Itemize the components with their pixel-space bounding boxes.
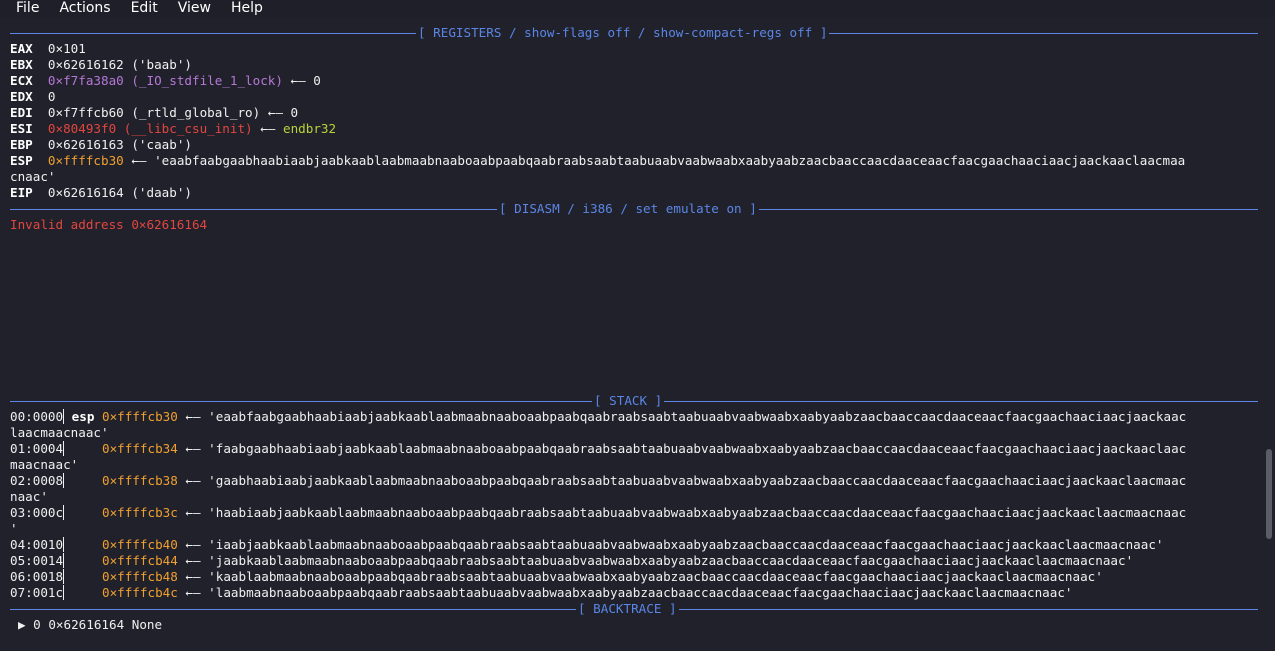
menu-view[interactable]: View	[178, 0, 211, 17]
stack-row: 06:0018 0×ffffcb48 ←— 'kaablaabmaabnaabo…	[10, 569, 1103, 585]
reg-value: 0×f7fa38a0 (_IO_stdfile_1_lock)	[47, 73, 283, 88]
stack-text: ←— 'kaablaabmaabnaaboaabpaabqaabraabsaab…	[177, 569, 1103, 584]
reg-esi: ESI 0×80493f0 (__libc_csu_init) ←— endbr…	[10, 121, 336, 137]
menu-edit[interactable]: Edit	[131, 0, 158, 17]
stack-row: 00:0000 esp 0×ffffcb30 ←— 'eaabfaabgaabh…	[10, 409, 1186, 425]
stack-row: 02:0008 0×ffffcb38 ←— 'gaabhaabiaabjaabk…	[10, 473, 1186, 489]
reg-name: EAX	[10, 41, 33, 56]
stack-row-wrap: '	[10, 521, 18, 536]
disasm-header: [ DISASM / i386 / set emulate on ]	[10, 201, 1258, 217]
registers-header: [ REGISTERS / show-flags off / show-comp…	[10, 25, 1258, 41]
reg-value: 0×62616163 ('caab')	[47, 137, 192, 152]
stack-row-wrap: maacnaac'	[10, 457, 79, 472]
reg-edi: EDI 0×f7ffcb60 (_rtld_global_ro) ←— 0	[10, 105, 298, 121]
stack-row: 07:001c 0×ffffcb4c ←— 'laabmaabnaaboaabp…	[10, 585, 1073, 601]
reg-value: 0×62616164 ('daab')	[47, 185, 192, 200]
reg-name: ECX	[10, 73, 33, 88]
stack-text: ←— 'gaabhaabiaabjaabkaablaabmaabnaaboaab…	[177, 473, 1187, 488]
menu-bar: File Actions Edit View Help	[0, 0, 1275, 17]
stack-index: 05:0014	[10, 553, 65, 568]
reg-ebx: EBX 0×62616162 ('baab')	[10, 57, 192, 73]
backtrace-title: [ BACKTRACE ]	[576, 601, 679, 617]
stack-addr: 0×ffffcb4c	[102, 585, 178, 600]
stack-index: 07:001c	[10, 585, 65, 600]
menu-actions[interactable]: Actions	[59, 0, 110, 17]
stack-text: ←— 'laabmaabnaaboaabpaabqaabraabsaabtaab…	[177, 585, 1073, 600]
reg-arrow: ←—	[252, 121, 283, 136]
stack-row: 04:0010 0×ffffcb40 ←— 'iaabjaabkaablaabm…	[10, 537, 1164, 553]
stack-index: 01:0004	[10, 441, 65, 456]
terminal-scrollbar[interactable]	[1266, 449, 1272, 539]
reg-esp-wrap: cnaac'	[10, 169, 56, 184]
reg-value: 0×80493f0 (__libc_csu_init)	[47, 121, 253, 136]
stack-header: [ STACK ]	[10, 393, 1258, 409]
stack-row: 03:000c 0×ffffcb3c ←— 'haabiaabjaabkaabl…	[10, 505, 1186, 521]
backtrace-line: ▶ 0 0×62616164 None	[18, 617, 163, 632]
registers-title: [ REGISTERS / show-flags off / show-comp…	[416, 25, 830, 41]
stack-index: 00:0000	[10, 409, 65, 424]
menu-file[interactable]: File	[16, 0, 39, 17]
reg-name: ESI	[10, 121, 33, 136]
stack-title: [ STACK ]	[592, 393, 665, 409]
disasm-error: Invalid address 0×62616164	[10, 217, 208, 232]
stack-row-wrap: naac'	[10, 489, 48, 504]
reg-value: 0×101	[47, 41, 86, 56]
disasm-title: [ DISASM / i386 / set emulate on ]	[497, 201, 759, 217]
menu-help[interactable]: Help	[231, 0, 263, 17]
stack-reg: esp	[71, 409, 95, 424]
reg-arrow: ←— 0	[282, 73, 321, 88]
stack-row-wrap: laacmaacnaac'	[10, 425, 109, 440]
stack-text: ←— 'iaabjaabkaablaabmaabnaaboaabpaabqaab…	[177, 537, 1164, 552]
terminal[interactable]: [ REGISTERS / show-flags off / show-comp…	[0, 17, 1275, 651]
stack-index: 04:0010	[10, 537, 65, 552]
reg-ecx: ECX 0×f7fa38a0 (_IO_stdfile_1_lock) ←— 0	[10, 73, 321, 89]
stack-addr: 0×ffffcb34	[102, 441, 178, 456]
reg-ebp: EBP 0×62616163 ('caab')	[10, 137, 192, 153]
backtrace-header: [ BACKTRACE ]	[10, 601, 1258, 617]
reg-edx: EDX 0	[10, 89, 56, 105]
reg-addr: 0×ffffcb30	[47, 153, 124, 168]
reg-name: EBX	[10, 57, 33, 72]
reg-esp: ESP 0×ffffcb30 ←— 'eaabfaabgaabhaabiaabj…	[10, 153, 1185, 169]
stack-addr: 0×ffffcb3c	[102, 505, 178, 520]
reg-value: ←— 'eaabfaabgaabhaabiaabjaabkaablaabmaab…	[123, 153, 1186, 168]
stack-addr: 0×ffffcb44	[102, 553, 178, 568]
reg-name: ESP	[10, 153, 33, 168]
reg-value: 0	[47, 89, 56, 104]
stack-text: ←— 'jaabkaablaabmaabnaaboaabpaabqaabraab…	[177, 553, 1134, 568]
stack-addr: 0×ffffcb30	[102, 409, 178, 424]
reg-name: EBP	[10, 137, 33, 152]
reg-eip: EIP 0×62616164 ('daab')	[10, 185, 192, 201]
reg-name: EIP	[10, 185, 33, 200]
reg-name: EDX	[10, 89, 33, 104]
stack-index: 03:000c	[10, 505, 65, 520]
reg-name: EDI	[10, 105, 33, 120]
stack-addr: 0×ffffcb48	[102, 569, 178, 584]
stack-addr: 0×ffffcb40	[102, 537, 178, 552]
stack-index: 02:0008	[10, 473, 65, 488]
stack-row: 05:0014 0×ffffcb44 ←— 'jaabkaablaabmaabn…	[10, 553, 1133, 569]
stack-index: 06:0018	[10, 569, 65, 584]
reg-target: endbr32	[282, 121, 337, 136]
reg-value: 0×f7ffcb60 (_rtld_global_ro) ←— 0	[47, 105, 299, 120]
stack-addr: 0×ffffcb38	[102, 473, 178, 488]
reg-eax: EAX 0×101	[10, 41, 86, 57]
reg-value: 0×62616162 ('baab')	[47, 57, 192, 72]
stack-text: ←— 'haabiaabjaabkaablaabmaabnaaboaabpaab…	[177, 505, 1187, 520]
stack-text: ←— 'eaabfaabgaabhaabiaabjaabkaablaabmaab…	[177, 409, 1187, 424]
stack-text: ←— 'faabgaabhaabiaabjaabkaablaabmaabnaab…	[177, 441, 1187, 456]
stack-row: 01:0004 0×ffffcb34 ←— 'faabgaabhaabiaabj…	[10, 441, 1186, 457]
